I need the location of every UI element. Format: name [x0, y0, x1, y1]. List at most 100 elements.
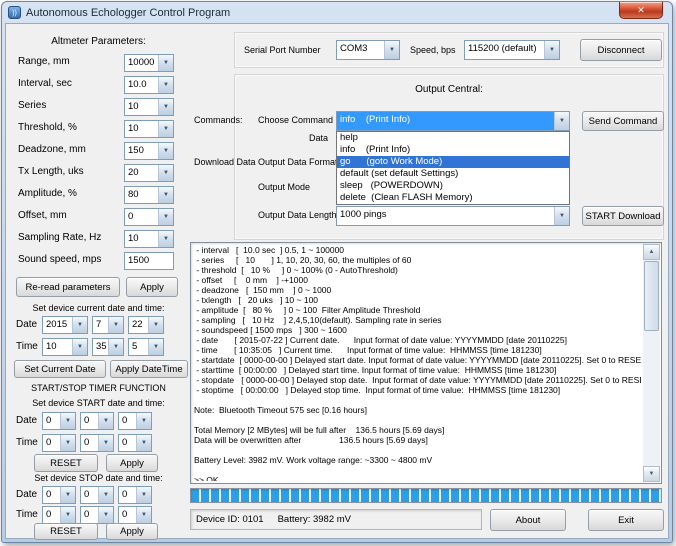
dropdown-arrow-icon: ▼ [136, 507, 151, 523]
send-command-button[interactable]: Send Command [582, 111, 664, 131]
start-month-combo[interactable]: 0 ▼ [80, 412, 114, 430]
console-scrollbar[interactable]: ▲ ▼ [643, 244, 660, 482]
stop-month-combo[interactable]: 0 ▼ [80, 486, 114, 504]
dropdown-arrow-icon: ▼ [136, 435, 151, 451]
dropdown-arrow-icon: ▼ [554, 112, 569, 130]
title-bar[interactable]: )) Autonomous Echologger Control Program… [2, 2, 672, 23]
dropdown-arrow-icon: ▼ [60, 487, 75, 503]
scrollbar-thumb[interactable] [644, 261, 659, 331]
stop-date-label: Date [16, 489, 38, 500]
start-apply-button[interactable]: Apply [106, 454, 158, 472]
param-label-offset: Offset, mm [18, 210, 67, 221]
reread-parameters-button[interactable]: Re-read parameters [16, 277, 120, 297]
output-data-length-combo[interactable]: 1000 pings ▼ [336, 206, 570, 226]
current-date-label: Date [16, 319, 38, 330]
series-combo[interactable]: 10 ▼ [124, 98, 174, 116]
soundspeed-input[interactable]: 1500 [124, 252, 174, 270]
sampling-value: 10 [128, 233, 139, 244]
dropdown-arrow-icon: ▼ [148, 317, 163, 333]
about-button[interactable]: About [490, 509, 566, 531]
start-datetime-title: Set device START date and time: [32, 398, 165, 408]
stop-reset-button[interactable]: RESET [34, 523, 98, 540]
amplitude-combo[interactable]: 80 ▼ [124, 186, 174, 204]
download-progress-bar [190, 488, 662, 503]
interval-value: 10.0 [128, 79, 147, 90]
set-current-date-button[interactable]: Set Current Date [14, 360, 106, 378]
device-id-text: Device ID: 0101 [196, 514, 264, 525]
current-hour-combo[interactable]: 10 ▼ [42, 338, 88, 356]
status-panel: Device ID: 0101 Battery: 3982 mV [190, 509, 482, 530]
dropdown-item-go[interactable]: go (goto Work Mode) [337, 156, 569, 168]
serial-port-label: Serial Port Number [244, 45, 321, 55]
dropdown-arrow-icon: ▼ [98, 507, 113, 523]
param-label-series: Series [18, 100, 47, 111]
start-download-button[interactable]: START Download [582, 206, 664, 226]
dropdown-arrow-icon: ▼ [108, 317, 123, 333]
stop-second-combo[interactable]: 0 ▼ [118, 506, 152, 524]
dropdown-arrow-icon: ▼ [158, 165, 173, 181]
stop-day-combo[interactable]: 0 ▼ [118, 486, 152, 504]
start-year-combo[interactable]: 0 ▼ [42, 412, 76, 430]
dropdown-arrow-icon: ▼ [72, 317, 87, 333]
start-minute-combo[interactable]: 0 ▼ [80, 434, 114, 452]
dropdown-item-sleep[interactable]: sleep (POWERDOWN) [337, 180, 569, 192]
current-second-combo[interactable]: 5 ▼ [128, 338, 164, 356]
dropdown-item-info[interactable]: info (Print Info) [337, 144, 569, 156]
start-hour-combo[interactable]: 0 ▼ [42, 434, 76, 452]
scroll-down-icon[interactable]: ▼ [643, 466, 660, 482]
command-dropdown-list: help info (Print Info) go (goto Work Mod… [336, 131, 570, 205]
start-reset-button[interactable]: RESET [34, 454, 98, 472]
param-label-interval: Interval, sec [18, 78, 72, 89]
param-label-amplitude: Amplitude, % [18, 188, 77, 199]
current-minute-combo[interactable]: 35 ▼ [92, 338, 124, 356]
param-label-deadzone: Deadzone, mm [18, 144, 86, 155]
apply-datetime-button[interactable]: Apply DateTime [110, 360, 188, 378]
stop-year-combo[interactable]: 0 ▼ [42, 486, 76, 504]
dropdown-arrow-icon: ▼ [98, 413, 113, 429]
threshold-combo[interactable]: 10 ▼ [124, 120, 174, 138]
start-day-combo[interactable]: 0 ▼ [118, 412, 152, 430]
offset-combo[interactable]: 0 ▼ [124, 208, 174, 226]
stop-time-label: Time [16, 509, 38, 520]
current-year-combo[interactable]: 2015 ▼ [42, 316, 88, 334]
stop-minute-combo[interactable]: 0 ▼ [80, 506, 114, 524]
current-month-combo[interactable]: 7 ▼ [92, 316, 124, 334]
dropdown-arrow-icon: ▼ [544, 41, 559, 59]
choose-command-combo[interactable]: info (Print Info) ▼ [336, 111, 570, 131]
interval-combo[interactable]: 10.0 ▼ [124, 76, 174, 94]
dropdown-arrow-icon: ▼ [98, 487, 113, 503]
param-label-sampling: Sampling Rate, Hz [18, 232, 102, 243]
exit-button[interactable]: Exit [588, 509, 664, 531]
disconnect-button[interactable]: Disconnect [580, 39, 662, 61]
close-button[interactable]: ✕ [619, 2, 663, 19]
stop-apply-button[interactable]: Apply [106, 523, 158, 540]
apply-parameters-button[interactable]: Apply [126, 277, 178, 297]
download-data-label: Download Data [194, 157, 256, 167]
dropdown-arrow-icon: ▼ [158, 143, 173, 159]
dropdown-arrow-icon: ▼ [60, 435, 75, 451]
scroll-up-icon[interactable]: ▲ [643, 244, 660, 260]
dropdown-arrow-icon: ▼ [136, 487, 151, 503]
txlength-combo[interactable]: 20 ▼ [124, 164, 174, 182]
series-value: 10 [128, 101, 139, 112]
dropdown-item-delete[interactable]: delete (Clean FLASH Memory) [337, 192, 569, 204]
offset-value: 0 [128, 211, 134, 222]
output-mode-label: Output Mode [258, 182, 311, 192]
dropdown-arrow-icon: ▼ [158, 99, 173, 115]
dropdown-arrow-icon: ▼ [158, 55, 173, 71]
serial-port-combo[interactable]: COM3 ▼ [336, 40, 400, 60]
range-value: 10000 [128, 57, 155, 68]
start-second-combo[interactable]: 0 ▼ [118, 434, 152, 452]
speed-combo[interactable]: 115200 (default) ▼ [464, 40, 560, 60]
range-combo[interactable]: 10000 ▼ [124, 54, 174, 72]
dropdown-arrow-icon: ▼ [158, 121, 173, 137]
dropdown-arrow-icon: ▼ [60, 507, 75, 523]
deadzone-combo[interactable]: 150 ▼ [124, 142, 174, 160]
stop-hour-combo[interactable]: 0 ▼ [42, 506, 76, 524]
dropdown-item-help[interactable]: help [337, 132, 569, 144]
current-day-combo[interactable]: 22 ▼ [128, 316, 164, 334]
sampling-combo[interactable]: 10 ▼ [124, 230, 174, 248]
txlength-value: 20 [128, 167, 139, 178]
dropdown-item-default[interactable]: default (set default Settings) [337, 168, 569, 180]
window-title: Autonomous Echologger Control Program [26, 6, 231, 19]
